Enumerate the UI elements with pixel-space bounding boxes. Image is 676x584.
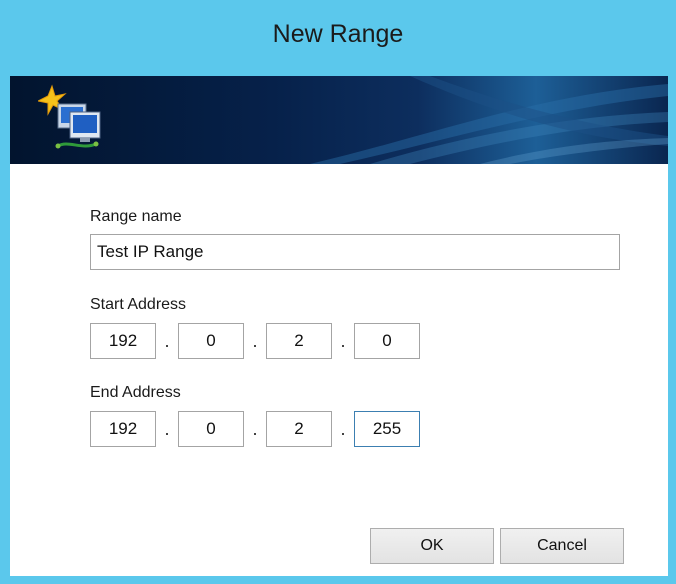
octet-separator: . [340,419,346,439]
range-name-label: Range name [90,208,182,225]
dialog-body: Range name Start Address . . . End Addre… [10,76,668,576]
octet-separator: . [164,331,170,351]
octet-separator: . [164,419,170,439]
end-address-label: End Address [90,384,181,401]
octet-separator: . [252,331,258,351]
banner-wave-graphic [310,76,668,164]
header-banner [10,76,668,164]
title-bar[interactable]: New Range [0,0,676,76]
range-name-input[interactable] [90,234,620,270]
new-range-dialog: New Range Range name Test IP Range Start… [0,0,676,584]
dialog-title: New Range [272,20,404,48]
cancel-button[interactable]: Cancel [500,528,624,564]
start-address-label: Start Address [90,296,187,313]
ok-button[interactable]: OK [370,528,494,564]
end-address-octet-3[interactable] [266,411,332,447]
start-address-octet-1[interactable] [90,323,156,359]
end-address-octet-1[interactable] [90,411,156,447]
end-address-octet-4[interactable] [354,411,420,447]
octet-separator: . [252,419,258,439]
start-address-octet-2[interactable] [178,323,244,359]
octet-separator: . [340,331,346,351]
new-ip-range-icon [38,84,101,149]
end-address-octet-2[interactable] [178,411,244,447]
start-address-octet-4[interactable] [354,323,420,359]
start-address-octet-3[interactable] [266,323,332,359]
